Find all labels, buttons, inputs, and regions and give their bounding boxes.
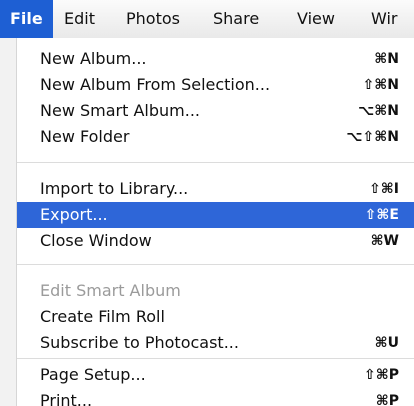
- screen: File Edit Photos Share View Wir New Albu…: [0, 0, 414, 406]
- menu-item-new-album-from-selection[interactable]: New Album From Selection... ⇧⌘N: [17, 72, 414, 98]
- menu-item-import-to-library[interactable]: Import to Library... ⇧⌘I: [17, 176, 414, 202]
- menu-item-shortcut: ⌘U: [374, 335, 399, 351]
- menu-share[interactable]: Share: [213, 0, 259, 38]
- menu-item-new-smart-album[interactable]: New Smart Album... ⌥⌘N: [17, 98, 414, 124]
- menu-edit[interactable]: Edit: [64, 0, 95, 38]
- menu-item-label: Create Film Roll: [40, 307, 165, 326]
- menu-item-edit-smart-album: Edit Smart Album: [17, 278, 414, 304]
- menu-item-shortcut: ⇧⌘E: [364, 207, 399, 223]
- menu-item-print[interactable]: Print... ⌘P: [17, 388, 414, 406]
- menu-item-close-window[interactable]: Close Window ⌘W: [17, 228, 414, 254]
- menu-item-label: New Album...: [40, 49, 147, 68]
- menu-item-shortcut: ⌘P: [375, 393, 399, 406]
- menu-separator: [17, 162, 414, 163]
- menu-item-page-setup[interactable]: Page Setup... ⇧⌘P: [17, 362, 414, 388]
- menu-item-label: Subscribe to Photocast...: [40, 333, 239, 352]
- menu-item-label: Print...: [40, 391, 93, 406]
- menu-item-shortcut: ⇧⌘I: [369, 181, 399, 197]
- menu-separator: [17, 264, 414, 265]
- menu-item-shortcut: ⌘W: [370, 233, 399, 249]
- menu-item-export[interactable]: Export... ⇧⌘E: [17, 202, 414, 228]
- menu-item-label: New Album From Selection...: [40, 75, 271, 94]
- menu-item-label: Export...: [40, 205, 108, 224]
- file-menu: New Album... ⌘N New Album From Selection…: [16, 38, 414, 406]
- menu-item-create-film-roll[interactable]: Create Film Roll: [17, 304, 414, 330]
- menu-item-shortcut: ⇧⌘N: [362, 77, 399, 93]
- menu-item-shortcut: ⌥⌘N: [358, 103, 399, 119]
- menu-item-label: Import to Library...: [40, 179, 189, 198]
- menu-item-label: Close Window: [40, 231, 152, 250]
- menu-photos[interactable]: Photos: [126, 0, 180, 38]
- menu-item-new-folder[interactable]: New Folder ⌥⇧⌘N: [17, 124, 414, 150]
- menu-separator: [17, 358, 414, 359]
- menu-item-label: Edit Smart Album: [40, 281, 181, 300]
- menu-item-new-album[interactable]: New Album... ⌘N: [17, 46, 414, 72]
- menu-item-shortcut: ⇧⌘P: [364, 367, 399, 383]
- menu-item-subscribe-to-photocast[interactable]: Subscribe to Photocast... ⌘U: [17, 330, 414, 356]
- menu-window-partial[interactable]: Wir: [371, 0, 398, 38]
- menu-item-shortcut: ⌘N: [374, 51, 399, 67]
- menu-item-label: New Folder: [40, 127, 130, 146]
- menu-view[interactable]: View: [297, 0, 335, 38]
- window-edge: [0, 38, 17, 406]
- menu-file[interactable]: File: [0, 0, 53, 38]
- menu-item-label: Page Setup...: [40, 365, 146, 384]
- menu-bar: File Edit Photos Share View Wir: [0, 0, 414, 39]
- menu-item-label: New Smart Album...: [40, 101, 200, 120]
- menu-item-shortcut: ⌥⇧⌘N: [346, 129, 399, 145]
